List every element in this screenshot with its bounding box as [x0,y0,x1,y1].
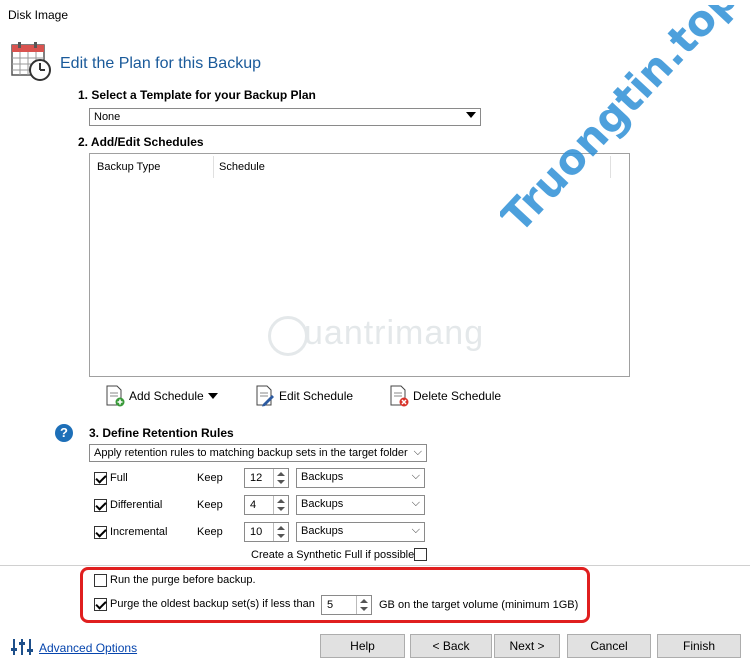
full-checkbox[interactable] [94,472,107,485]
synthetic-full-checkbox[interactable] [414,548,427,561]
advanced-options-link[interactable]: Advanced Options [39,641,137,655]
template-heading: 1. Select a Template for your Backup Pla… [78,88,316,102]
purge-oldest-label: Purge the oldest backup set(s) if less t… [110,598,315,610]
column-divider [213,156,214,178]
chevron-down-icon: ⌵ [413,446,422,458]
stepper-buttons[interactable] [356,596,371,614]
purge-size-value: 5 [327,599,334,611]
add-schedule-dropdown-icon[interactable] [208,393,218,399]
divider [0,565,750,566]
full-unit-value: Backups [301,471,344,483]
differential-keep-value: 4 [250,499,257,511]
help-question-icon[interactable]: ? [55,424,73,442]
differential-unit-value: Backups [301,498,344,510]
incremental-label: Incremental [110,526,168,538]
next-button[interactable]: Next > [494,634,560,658]
full-keep-stepper[interactable]: 12 [244,468,289,488]
delete-schedule-button[interactable]: Delete Schedule [389,384,501,408]
keep-label: Keep [197,526,223,538]
edit-schedule-button[interactable]: Edit Schedule [255,384,353,408]
retention-heading: 3. Define Retention Rules [89,426,234,440]
column-divider [610,156,611,178]
add-document-icon [106,385,125,407]
calendar-clock-icon [11,42,51,81]
watermark-logo-icon [268,316,308,356]
differential-label: Differential [110,499,163,511]
add-schedule-button[interactable]: Add Schedule [105,384,204,408]
retention-mode-value: Apply retention rules to matching backup… [94,447,408,459]
full-keep-value: 12 [250,472,263,484]
incremental-keep-value: 10 [250,526,263,538]
retention-mode-dropdown[interactable]: Apply retention rules to matching backup… [89,444,427,462]
help-button[interactable]: Help [320,634,405,658]
keep-label: Keep [197,472,223,484]
chevron-down-icon: ⌵ [411,470,420,482]
differential-unit-dropdown[interactable]: Backups ⌵ [296,495,425,515]
sliders-icon[interactable] [10,637,34,657]
watermark-center: uantrimang [304,314,485,352]
delete-document-icon [390,385,409,407]
stepper-buttons[interactable] [273,469,288,487]
stepper-buttons[interactable] [273,523,288,541]
column-schedule[interactable]: Schedule [219,161,265,173]
edit-schedule-label: Edit Schedule [279,389,354,403]
template-dropdown[interactable]: None [89,108,481,126]
page-title: Edit the Plan for this Backup [60,55,261,72]
synthetic-full-label: Create a Synthetic Full if possible [251,549,415,561]
incremental-unit-dropdown[interactable]: Backups ⌵ [296,522,425,542]
run-purge-before-checkbox[interactable] [94,574,107,587]
full-label: Full [110,472,128,484]
up-arrow-icon [360,599,368,603]
down-arrow-icon [277,534,285,538]
differential-checkbox[interactable] [94,499,107,512]
run-purge-before-label: Run the purge before backup. [110,574,256,586]
column-backup-type[interactable]: Backup Type [97,161,160,173]
down-arrow-icon [277,480,285,484]
schedules-heading: 2. Add/Edit Schedules [78,135,204,149]
dropdown-arrow-icon [466,112,476,118]
cancel-button[interactable]: Cancel [567,634,651,658]
down-arrow-icon [277,507,285,511]
template-selected-value: None [94,111,121,123]
schedules-table-header: Backup Type Schedule [90,154,629,180]
purge-size-suffix: GB on the target volume (minimum 1GB) [379,599,579,611]
full-unit-dropdown[interactable]: Backups ⌵ [296,468,425,488]
finish-button[interactable]: Finish [657,634,741,658]
back-button[interactable]: < Back [410,634,492,658]
purge-size-stepper[interactable]: 5 [321,595,372,615]
up-arrow-icon [277,499,285,503]
add-schedule-label: Add Schedule [129,389,204,403]
stepper-buttons[interactable] [273,496,288,514]
edit-document-icon [256,385,274,407]
window-title: Disk Image [8,8,69,22]
delete-schedule-label: Delete Schedule [413,389,502,403]
incremental-unit-value: Backups [301,525,344,537]
chevron-down-icon: ⌵ [411,497,420,509]
up-arrow-icon [277,526,285,530]
chevron-down-icon: ⌵ [411,524,420,536]
up-arrow-icon [277,472,285,476]
keep-label: Keep [197,499,223,511]
incremental-keep-stepper[interactable]: 10 [244,522,289,542]
differential-keep-stepper[interactable]: 4 [244,495,289,515]
down-arrow-icon [360,607,368,611]
incremental-checkbox[interactable] [94,526,107,539]
purge-oldest-checkbox[interactable] [94,598,107,611]
